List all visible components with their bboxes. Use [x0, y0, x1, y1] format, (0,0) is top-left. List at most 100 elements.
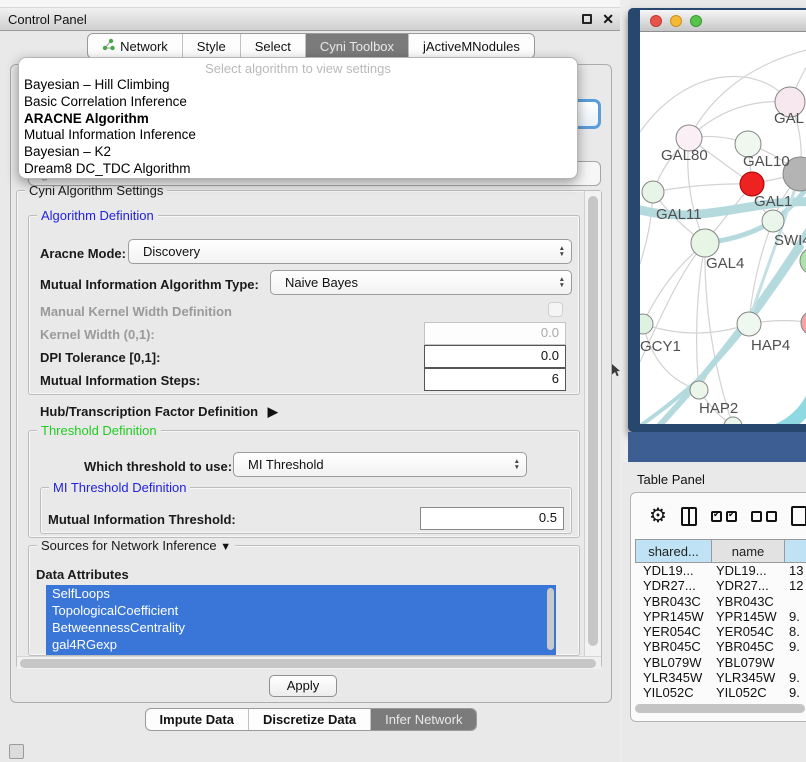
deselect-all-columns-icon[interactable]	[751, 511, 777, 522]
table-row[interactable]: YIL052CYIL052C9.	[635, 685, 806, 700]
network-canvas[interactable]: GALGAL80GAL10GAL1GAL11SWI4GAL4GCY1HAP4YH…	[640, 32, 806, 424]
mi-steps-field[interactable]: 6	[424, 368, 566, 391]
attribute-item[interactable]: TopologicalCoefficient	[46, 602, 556, 619]
manual-kernel-checkbox[interactable]	[548, 302, 563, 317]
column-header[interactable]: shared...	[635, 539, 712, 563]
algorithm-option[interactable]: Mutual Information Inference	[19, 127, 577, 144]
desktop-background	[628, 432, 806, 462]
mi-steps-label: Mutual Information Steps:	[40, 373, 200, 388]
tab-label: jActiveMNodules	[423, 39, 520, 54]
export-table-icon[interactable]	[791, 506, 806, 526]
attribute-item[interactable]: SelfLoops	[46, 585, 556, 602]
window-top-strip	[0, 0, 622, 8]
settings-vscrollbar-thumb[interactable]	[588, 196, 598, 646]
screen: Control Panel ✕ Network Style Select Cyn…	[0, 0, 806, 762]
tab-cyni-toolbox[interactable]: Cyni Toolbox	[306, 34, 409, 58]
table-row[interactable]: YBR043CYBR043C	[635, 594, 806, 609]
table-panel: Table Panel ⚙ shared...name YDL19...YDL1…	[622, 462, 806, 762]
tab-network[interactable]: Network	[88, 34, 183, 58]
settings-hscrollbar-thumb[interactable]	[20, 659, 596, 668]
close-icon[interactable]: ✕	[602, 14, 614, 24]
manual-kernel-label: Manual Kernel Width Definition	[40, 304, 232, 319]
table-row[interactable]: YBR045CYBR045C9.	[635, 639, 806, 654]
node-label: HAP2	[699, 400, 738, 417]
node-label: SWI4	[774, 232, 806, 249]
attributes-scrollbar-thumb[interactable]	[547, 588, 554, 650]
attribute-item[interactable]: gal4RGexp	[46, 636, 556, 653]
table-cell: YBR045C	[635, 639, 712, 654]
data-attributes-list[interactable]: SelfLoopsTopologicalCoefficientBetweenne…	[46, 585, 556, 655]
table-cell: 12	[785, 578, 806, 593]
zoom-window-icon[interactable]	[690, 15, 702, 27]
aracne-mode-value: Discovery	[143, 244, 559, 259]
sources-group-title[interactable]: Sources for Network Inference ▼	[37, 538, 235, 553]
network-window-titlebar[interactable]	[640, 10, 806, 32]
which-threshold-value: MI Threshold	[248, 457, 514, 472]
table-cell	[785, 594, 806, 609]
which-threshold-combobox[interactable]: MI Threshold ▲▼	[233, 452, 527, 477]
table-cell: YBR045C	[712, 639, 785, 654]
tab-impute-data[interactable]: Impute Data	[146, 709, 249, 730]
table-row[interactable]: YDR27...YDR27...12	[635, 578, 806, 593]
table-row[interactable]: YPR145WYPR145W9.	[635, 609, 806, 624]
algorithm-option[interactable]: Dream8 DC_TDC Algorithm	[19, 161, 577, 178]
table-cell: YBR043C	[635, 594, 712, 609]
close-window-icon[interactable]	[650, 15, 662, 27]
table-cell	[785, 655, 806, 670]
node-label: GAL4	[706, 255, 744, 272]
algorithm-option[interactable]: Basic Correlation Inference	[19, 94, 577, 111]
tab-label: Discretize Data	[263, 712, 356, 727]
spinner-arrows-icon: ▲▼	[514, 459, 520, 470]
table-cell: 9.	[785, 685, 806, 700]
minimize-window-icon[interactable]	[670, 15, 682, 27]
table-cell: YPR145W	[635, 609, 712, 624]
node-label: GAL10	[743, 153, 790, 170]
table-cell: YLR345W	[635, 670, 712, 685]
column-header[interactable]	[785, 539, 806, 563]
tab-style[interactable]: Style	[183, 34, 241, 58]
aracne-mode-combobox[interactable]: Discovery ▲▼	[128, 239, 572, 264]
table-panel-title: Table Panel	[637, 472, 705, 487]
mi-threshold-group-title: MI Threshold Definition	[49, 480, 190, 495]
algorithm-option[interactable]: Bayesian – Hill Climbing	[19, 77, 577, 94]
settings-vscrollbar[interactable]	[584, 191, 601, 667]
attribute-item[interactable]: BetweennessCentrality	[46, 619, 556, 636]
table-cell: YER054C	[635, 624, 712, 639]
node-label: GAL80	[661, 147, 708, 164]
column-header[interactable]: name	[712, 539, 785, 563]
mi-type-combobox[interactable]: Naive Bayes ▲▼	[270, 270, 572, 295]
tab-discretize-data[interactable]: Discretize Data	[249, 709, 371, 730]
mi-threshold-field[interactable]: 0.5	[420, 507, 564, 530]
table-cell: 9.	[785, 639, 806, 654]
algorithm-definition-title: Algorithm Definition	[37, 208, 158, 223]
table-row[interactable]: YER054CYER054C8.	[635, 624, 806, 639]
mi-type-label: Mutual Information Algorithm Type:	[40, 277, 259, 292]
kernel-width-field[interactable]: 0.0	[424, 322, 566, 345]
bottom-tabbar: Impute Data Discretize Data Infer Networ…	[0, 708, 622, 734]
tab-label: Network	[120, 39, 168, 54]
tab-infer-network[interactable]: Infer Network	[371, 709, 476, 730]
float-panel-icon[interactable]	[582, 14, 592, 24]
table-hscrollbar-thumb[interactable]	[635, 704, 805, 713]
node-label: GAL11	[656, 206, 702, 223]
dpi-tolerance-field[interactable]: 0.0	[424, 345, 566, 368]
gear-icon[interactable]: ⚙	[649, 506, 667, 526]
table-toolbar: ⚙	[631, 493, 806, 539]
columns-icon[interactable]	[681, 507, 697, 526]
network-icon	[102, 38, 115, 54]
tab-jactivemnodules[interactable]: jActiveMNodules	[409, 34, 534, 58]
select-all-columns-icon[interactable]	[711, 511, 737, 522]
spinner-arrows-icon: ▲▼	[559, 246, 565, 257]
table-row[interactable]: YBL079WYBL079W	[635, 655, 806, 670]
tab-select[interactable]: Select	[241, 34, 306, 58]
table-row[interactable]: YDL19...YDL19...13	[635, 563, 806, 578]
table-cell: YLR345W	[712, 670, 785, 685]
table-panel-inner: ⚙ shared...name YDL19...YDL19...13YDR27.…	[630, 492, 806, 722]
collapsed-panel-icon[interactable]	[9, 744, 24, 759]
apply-button[interactable]: Apply	[269, 675, 337, 697]
hub-definition-toggle[interactable]: Hub/Transcription Factor Definition ▶	[40, 404, 278, 420]
algorithm-option[interactable]: Bayesian – K2	[19, 144, 577, 161]
algorithm-option[interactable]: ARACNE Algorithm	[19, 111, 577, 128]
settings-hscrollbar[interactable]	[17, 656, 601, 669]
table-row[interactable]: YLR345WYLR345W9.	[635, 670, 806, 685]
